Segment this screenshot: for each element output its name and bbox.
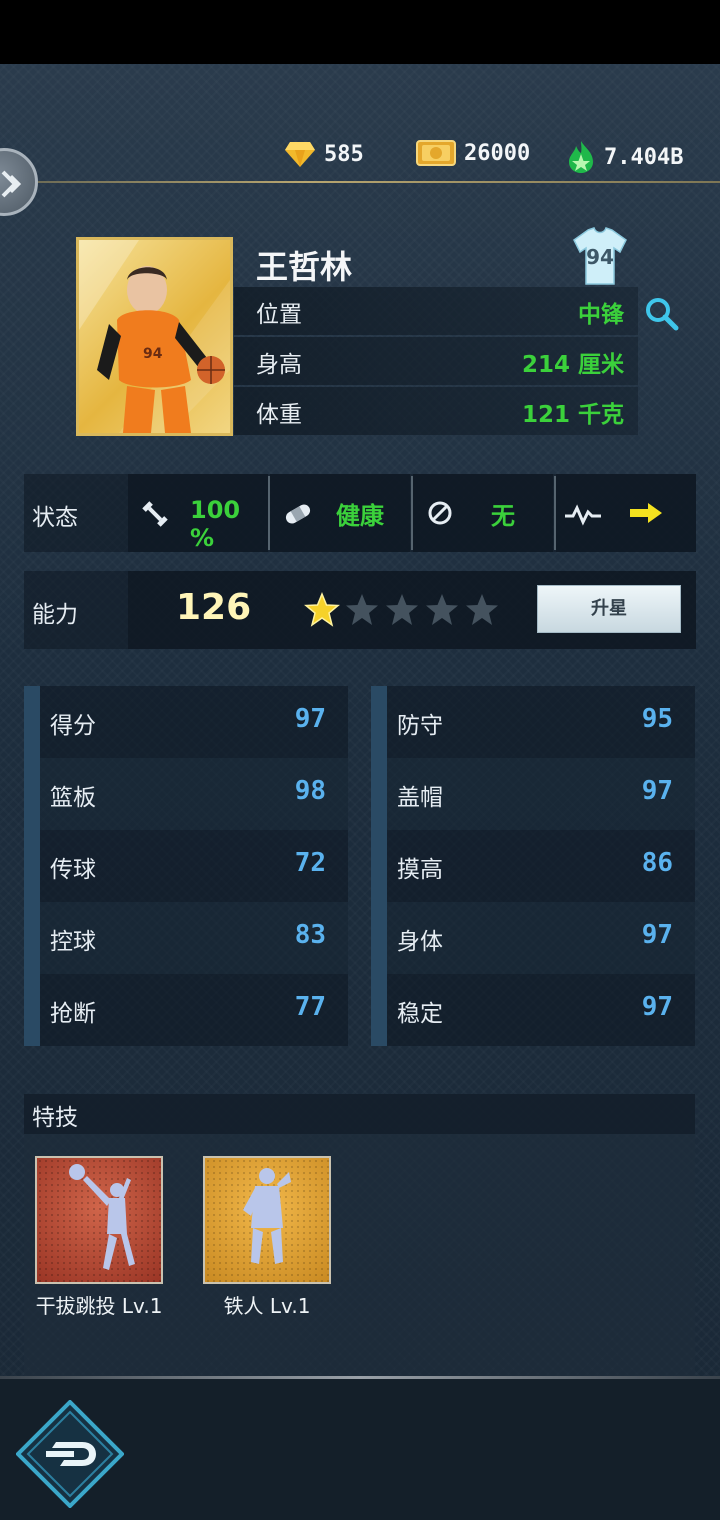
power-value: 7.404B <box>604 144 684 170</box>
info-row-height: 身高 214 厘米 <box>234 337 638 385</box>
stat-row[interactable]: 防守 95 <box>371 686 695 758</box>
stat-value: 98 <box>294 776 326 806</box>
star-empty-icon <box>346 594 378 625</box>
jump-shot-icon <box>37 1158 161 1282</box>
stat-value: 77 <box>294 992 326 1022</box>
stat-label: 得分 <box>50 713 96 739</box>
stat-row[interactable]: 稳定 97 <box>371 974 695 1046</box>
stat-row[interactable]: 抢断 77 <box>24 974 348 1046</box>
weight-value: 121 千克 <box>521 402 624 428</box>
upgrade-star-button[interactable]: 升星 <box>537 585 681 633</box>
pulse-icon <box>565 504 601 526</box>
stat-label: 身体 <box>397 929 443 955</box>
coin-counter[interactable]: 26000 <box>416 140 530 166</box>
stats-right-column: 防守 95 盖帽 97 摸高 86 身体 97 稳定 97 <box>371 686 695 1046</box>
stat-label: 防守 <box>397 713 443 739</box>
weight-label: 体重 <box>256 402 302 428</box>
coin-count: 26000 <box>464 140 531 166</box>
stat-value: 97 <box>294 704 326 734</box>
skill-item[interactable]: 干拔跳投 Lv.1 <box>35 1156 163 1319</box>
status-bar: 状态 100 % 健康 无 <box>24 474 696 552</box>
diamond-counter[interactable]: 585 <box>284 140 364 168</box>
stat-label: 稳定 <box>397 1001 443 1027</box>
stat-value: 97 <box>641 920 673 950</box>
injury-value: 无 <box>491 502 515 530</box>
player-portrait-card[interactable]: 94 <box>76 237 233 436</box>
bandage-icon <box>285 504 311 524</box>
stat-row[interactable]: 摸高 86 <box>371 830 695 902</box>
ability-value: 126 <box>176 587 252 628</box>
system-status-bar <box>0 0 720 64</box>
skill-card-pullup-jumper <box>35 1156 163 1284</box>
skills-header: 特技 <box>24 1094 695 1134</box>
ability-label: 能力 <box>32 602 78 628</box>
stat-value: 97 <box>641 776 673 806</box>
star-filled-icon <box>304 592 340 627</box>
home-button[interactable] <box>16 1400 124 1508</box>
form-cell[interactable] <box>556 474 696 552</box>
header-divider <box>28 181 720 183</box>
skill-name: 干拔跳投 Lv.1 <box>35 1294 163 1318</box>
position-label: 位置 <box>256 302 302 328</box>
player-portrait: 94 <box>79 240 230 433</box>
status-label: 状态 <box>32 505 78 531</box>
iron-man-icon <box>205 1158 329 1282</box>
stat-label: 盖帽 <box>397 785 443 811</box>
stat-label: 篮板 <box>50 785 96 811</box>
stat-row[interactable]: 身体 97 <box>371 902 695 974</box>
skill-name: 铁人 Lv.1 <box>223 1294 311 1318</box>
skill-card-iron-man <box>203 1156 331 1284</box>
jersey-number: 94 <box>586 245 614 269</box>
star-empty-icon <box>426 594 458 625</box>
height-value: 214 厘米 <box>521 352 624 378</box>
stat-value: 95 <box>641 704 673 734</box>
svg-text:94: 94 <box>143 346 163 362</box>
stat-value: 72 <box>294 848 326 878</box>
stat-value: 86 <box>641 848 673 878</box>
stat-row[interactable]: 篮板 98 <box>24 758 348 830</box>
position-value: 中锋 <box>578 302 624 328</box>
power-counter[interactable]: 7.404B <box>566 140 683 174</box>
stat-label: 摸高 <box>397 857 443 883</box>
star-empty-icon <box>466 594 498 625</box>
skills-title: 特技 <box>32 1105 78 1131</box>
trend-arrow-icon <box>630 503 662 523</box>
search-icon[interactable] <box>644 296 680 332</box>
stat-row[interactable]: 得分 97 <box>24 686 348 758</box>
stamina-cell[interactable]: 100 % <box>128 474 268 552</box>
jersey-number-icon: 94 <box>573 227 627 285</box>
player-name: 王哲林 <box>256 248 353 286</box>
diamond-icon <box>285 142 315 167</box>
star-rating <box>304 592 500 628</box>
stats-left-column: 得分 97 篮板 98 传球 72 控球 83 抢断 77 <box>24 686 348 1046</box>
dumbbell-icon <box>142 501 168 527</box>
injury-cell[interactable]: 无 <box>413 474 553 552</box>
prohibited-icon <box>428 501 452 525</box>
stamina-value: 100 % <box>190 496 241 552</box>
stat-value: 97 <box>641 992 673 1022</box>
stat-label: 传球 <box>50 857 96 883</box>
height-label: 身高 <box>256 352 302 378</box>
stat-label: 抢断 <box>50 1001 96 1027</box>
stat-row[interactable]: 控球 83 <box>24 902 348 974</box>
health-cell[interactable]: 健康 <box>270 474 410 552</box>
flame-icon <box>569 141 593 173</box>
skill-item[interactable]: 铁人 Lv.1 <box>203 1156 331 1319</box>
stat-value: 83 <box>294 920 326 950</box>
diamond-count: 585 <box>324 141 364 167</box>
coin-bill-icon <box>416 140 456 166</box>
info-row-weight: 体重 121 千克 <box>234 387 638 435</box>
stat-row[interactable]: 传球 72 <box>24 830 348 902</box>
stat-row[interactable]: 盖帽 97 <box>371 758 695 830</box>
stat-label: 控球 <box>50 929 96 955</box>
health-value: 健康 <box>336 502 384 530</box>
info-row-position: 位置 中锋 <box>234 287 638 335</box>
skills-panel: 特技 干拔跳投 Lv.1 铁人 Lv.1 <box>24 1094 695 1376</box>
star-empty-icon <box>386 594 418 625</box>
double-chevron-icon <box>1 170 22 198</box>
